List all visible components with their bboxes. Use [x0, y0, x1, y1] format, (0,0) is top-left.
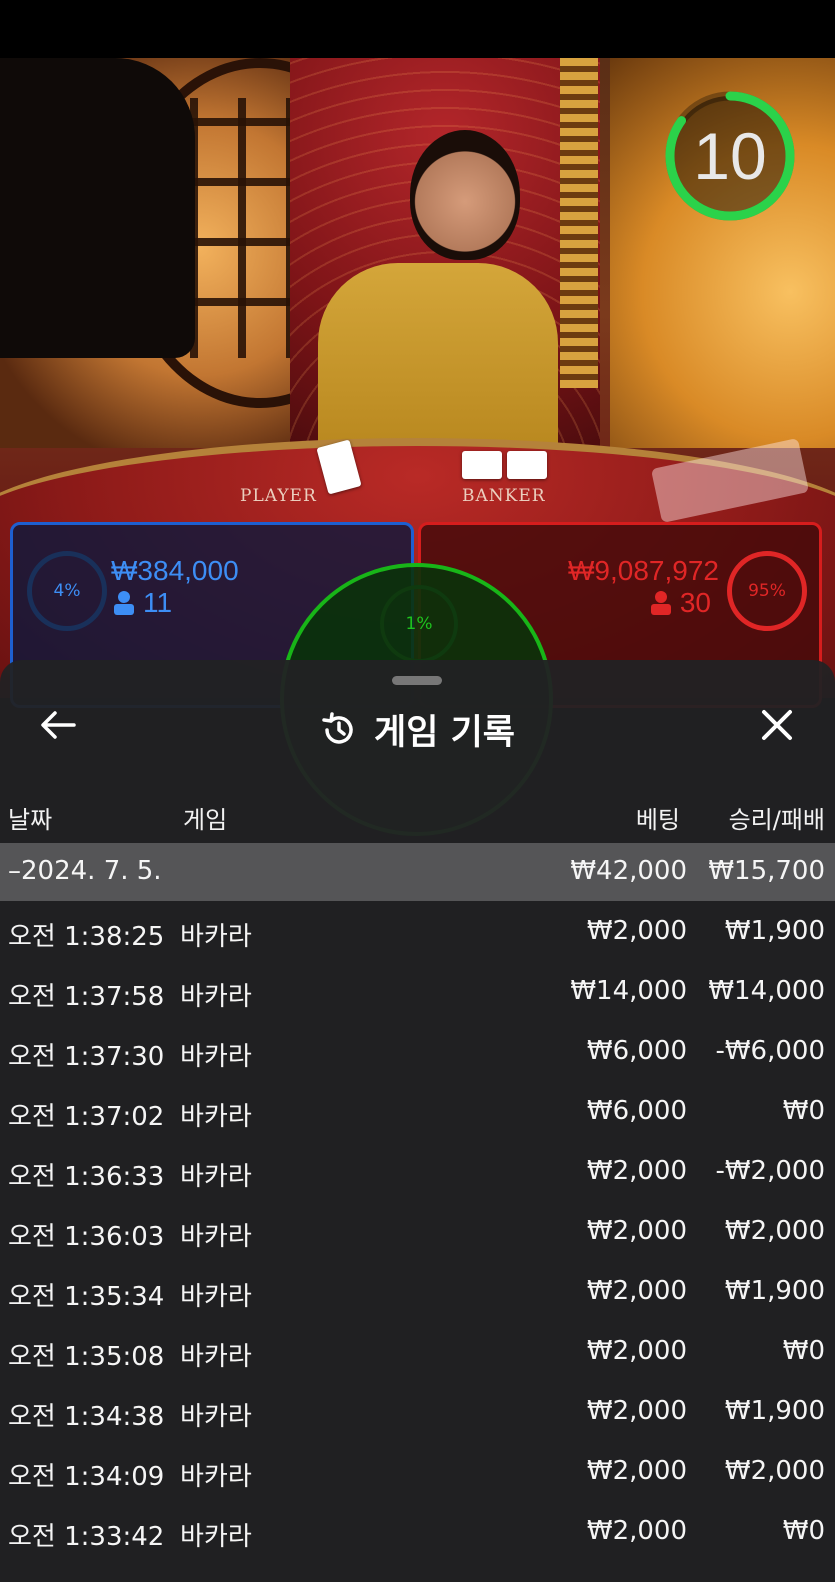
history-bet: ₩2,000: [586, 1456, 687, 1486]
history-row[interactable]: 오전 1:34:09 바카라 ₩2,000 ₩2,000: [0, 1443, 835, 1503]
history-row[interactable]: 오전 1:37:30 바카라 ₩6,000 -₩6,000: [0, 1023, 835, 1083]
column-header-bet: 베팅: [635, 806, 680, 834]
player-amount: ₩384,000: [111, 555, 239, 586]
banker-percent-ring: 95%: [727, 551, 807, 631]
history-row[interactable]: 오전 1:35:08 바카라 ₩2,000 ₩0: [0, 1323, 835, 1383]
dealer-head: [410, 130, 520, 260]
history-row[interactable]: 오전 1:38:25 바카라 ₩2,000 ₩1,900: [0, 903, 835, 963]
history-game: 바카라: [180, 1222, 252, 1252]
player-count-value: 11: [143, 587, 173, 618]
history-win-loss: ₩0: [782, 1096, 825, 1126]
table-label-banker: BANKER: [462, 486, 546, 506]
close-icon: [762, 710, 792, 740]
card: [462, 451, 502, 479]
dealer-body: [318, 263, 558, 463]
history-bet: ₩2,000: [586, 1156, 687, 1186]
player-count: 11: [113, 587, 172, 619]
history-bet: ₩2,000: [586, 1216, 687, 1246]
history-game: 바카라: [180, 1102, 252, 1132]
history-time: 오전 1:38:25: [8, 922, 165, 952]
history-row[interactable]: 오전 1:33:42 바카라 ₩2,000 ₩0: [0, 1503, 835, 1563]
history-win-loss: ₩0: [782, 1336, 825, 1366]
history-game: 바카라: [180, 1282, 252, 1312]
history-icon: [322, 711, 353, 744]
player-percent-ring: 4%: [27, 551, 107, 631]
column-header-game: 게임: [183, 806, 228, 834]
history-game: 바카라: [180, 1342, 252, 1372]
column-header-date: 날짜: [8, 806, 53, 834]
history-time: 오전 1:34:09: [8, 1462, 165, 1492]
history-row[interactable]: 오전 1:37:58 바카라 ₩14,000 ₩14,000: [0, 963, 835, 1023]
banker-count-value: 30: [679, 587, 711, 618]
history-game: 바카라: [180, 1462, 252, 1492]
history-time: 오전 1:36:33: [8, 1162, 165, 1192]
history-bet: ₩2,000: [586, 1336, 687, 1366]
history-time: 오전 1:36:03: [8, 1222, 165, 1252]
history-game: 바카라: [180, 1402, 252, 1432]
column-header-win-loss: 승리/패배: [728, 806, 825, 834]
history-bet: ₩2,000: [586, 1276, 687, 1306]
history-time: 오전 1:37:58: [8, 982, 165, 1012]
date-group-label: –2024. 7. 5.: [8, 856, 162, 886]
history-time: 오전 1:35:08: [8, 1342, 165, 1372]
history-win-loss: ₩2,000: [724, 1456, 825, 1486]
history-win-loss: -₩6,000: [715, 1036, 825, 1066]
history-game: 바카라: [180, 1522, 252, 1552]
user-icon: [114, 591, 134, 615]
history-bet: ₩2,000: [586, 1396, 687, 1426]
history-win-loss: ₩1,900: [724, 916, 825, 946]
banker-count: 30: [650, 587, 711, 619]
close-button[interactable]: [752, 700, 802, 750]
history-list: 오전 1:38:25 바카라 ₩2,000 ₩1,900 오전 1:37:58 바카라 ₩1…: [0, 903, 835, 1563]
history-win-loss: ₩14,000: [708, 976, 825, 1006]
history-bet: ₩2,000: [586, 916, 687, 946]
history-game: 바카라: [180, 982, 252, 1012]
assistant-figure: [0, 58, 195, 358]
tie-percent: 1%: [405, 614, 433, 634]
status-bar: [0, 0, 835, 58]
banker-amount: ₩9,087,972: [568, 555, 719, 586]
card: [507, 451, 547, 479]
history-row[interactable]: 오전 1:37:02 바카라 ₩6,000 ₩0: [0, 1083, 835, 1143]
user-icon: [650, 591, 671, 615]
player-percent: 4%: [53, 581, 81, 601]
decorative-pillar: [560, 58, 598, 388]
history-win-loss: ₩1,900: [724, 1396, 825, 1426]
game-history-sheet: 게임 기록 날짜 게임 베팅 승리/패배 –2024. 7. 5. ₩42,00…: [0, 660, 835, 1582]
history-row[interactable]: 오전 1:36:33 바카라 ₩2,000 -₩2,000: [0, 1143, 835, 1203]
date-group-win-loss: ₩15,700: [708, 856, 825, 886]
history-bet: ₩2,000: [586, 1516, 687, 1546]
history-bet: ₩6,000: [586, 1036, 687, 1066]
history-time: 오전 1:37:02: [8, 1102, 165, 1132]
history-game: 바카라: [180, 922, 252, 952]
history-time: 오전 1:33:42: [8, 1522, 165, 1552]
history-row[interactable]: 오전 1:34:38 바카라 ₩2,000 ₩1,900: [0, 1383, 835, 1443]
history-time: 오전 1:34:38: [8, 1402, 165, 1432]
history-win-loss: ₩2,000: [724, 1216, 825, 1246]
countdown-value: 10: [693, 119, 767, 193]
history-row[interactable]: 오전 1:35:34 바카라 ₩2,000 ₩1,900: [0, 1263, 835, 1323]
history-bet: ₩6,000: [586, 1096, 687, 1126]
history-time: 오전 1:37:30: [8, 1042, 165, 1072]
history-win-loss: ₩1,900: [724, 1276, 825, 1306]
history-time: 오전 1:35:34: [8, 1282, 165, 1312]
tie-percent-ring: 1%: [380, 585, 458, 663]
history-game: 바카라: [180, 1042, 252, 1072]
date-group-bet: ₩42,000: [570, 856, 687, 886]
sheet-drag-handle[interactable]: [392, 676, 442, 685]
table-label-player: PLAYER: [240, 486, 317, 506]
sheet-header: 게임 기록: [0, 704, 835, 755]
sheet-title: 게임 기록: [374, 713, 515, 753]
history-row[interactable]: 오전 1:36:03 바카라 ₩2,000 ₩2,000: [0, 1203, 835, 1263]
history-win-loss: ₩0: [782, 1516, 825, 1546]
history-bet: ₩14,000: [570, 976, 687, 1006]
history-game: 바카라: [180, 1162, 252, 1192]
history-win-loss: -₩2,000: [715, 1156, 825, 1186]
banker-percent: 95%: [748, 581, 786, 601]
date-group-row[interactable]: –2024. 7. 5. ₩42,000 ₩15,700: [0, 843, 835, 901]
